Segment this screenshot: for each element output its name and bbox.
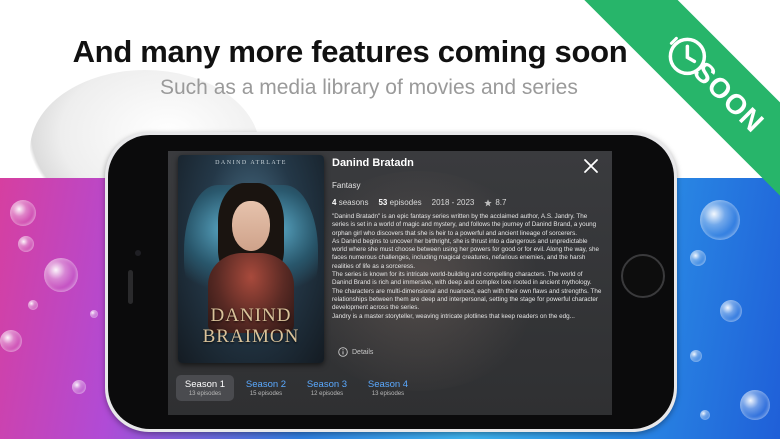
series-description: "Danind Bratadn" is an epic fantasy seri…	[332, 213, 602, 321]
tab-label: Season 3	[306, 379, 348, 390]
bubble-decoration	[720, 300, 742, 322]
series-genre: Fantasy	[332, 181, 361, 190]
phone-home-button[interactable]	[621, 254, 665, 298]
close-icon[interactable]	[582, 157, 600, 175]
bubble-decoration	[700, 410, 710, 420]
bubble-decoration	[90, 310, 98, 318]
description-paragraph: As Danind begins to uncover her birthrig…	[332, 237, 599, 270]
promo-headline: And many more features coming soon	[72, 34, 628, 69]
episodes-count: 53	[378, 198, 388, 207]
phone-camera	[135, 250, 141, 256]
episodes-label: episodes	[389, 198, 422, 207]
info-icon	[338, 347, 348, 357]
poster-title: DANIND BRAIMON	[178, 305, 324, 347]
rating-value: 8.7	[495, 198, 507, 207]
seasons-count-group: 4 seasons	[332, 198, 368, 207]
bubble-decoration	[0, 330, 22, 352]
description-paragraph: Jandry is a master storyteller, weaving …	[332, 312, 575, 320]
bubble-decoration	[28, 300, 38, 310]
details-label: Details	[352, 348, 374, 356]
tab-season-4[interactable]: Season 4 13 episodes	[359, 375, 417, 401]
episodes-count-group: 53 episodes	[378, 198, 421, 207]
series-rating: 8.7	[484, 198, 506, 207]
bubble-decoration	[18, 236, 34, 252]
tab-episodes: 13 episodes	[188, 391, 222, 397]
phone-speaker	[128, 270, 133, 304]
clock-icon	[668, 36, 707, 76]
bubble-decoration	[690, 250, 706, 266]
poster-title-line: BRAIMON	[202, 326, 300, 347]
promo-subheadline: Such as a media library of movies and se…	[160, 76, 578, 99]
tab-season-3[interactable]: Season 3 12 episodes	[298, 375, 356, 401]
bubble-decoration	[700, 200, 740, 240]
poster-art	[232, 201, 270, 251]
seasons-label: seasons	[338, 198, 369, 207]
seasons-count: 4	[332, 198, 337, 207]
tab-label: Season 2	[245, 379, 287, 390]
bubble-decoration	[10, 200, 36, 226]
poster-top-text: DANIND ATRLATE	[215, 160, 287, 166]
tab-season-2[interactable]: Season 2 15 episodes	[237, 375, 295, 401]
tab-episodes: 12 episodes	[310, 391, 344, 397]
tab-episodes: 13 episodes	[371, 391, 405, 397]
series-detail-screen: DANIND ATRLATE DANIND BRAIMON Danind Bra…	[168, 151, 612, 415]
bubble-decoration	[690, 350, 702, 362]
details-button[interactable]: Details	[338, 347, 373, 357]
poster-title-line: DANIND	[210, 305, 292, 326]
season-tabs: Season 1 13 episodes Season 2 15 episode…	[176, 375, 417, 401]
star-icon	[484, 198, 493, 206]
tab-episodes: 15 episodes	[249, 391, 283, 397]
description-paragraph: The series is known for its intricate wo…	[332, 271, 602, 312]
bubble-decoration	[44, 258, 78, 292]
bubble-decoration	[72, 380, 86, 394]
tab-season-1[interactable]: Season 1 13 episodes	[176, 375, 234, 401]
series-title: Danind Bratadn	[332, 157, 414, 169]
tab-label: Season 1	[184, 379, 226, 390]
series-meta: 4 seasons 53 episodes 2018 - 2023 8.7	[332, 198, 506, 207]
series-poster: DANIND ATRLATE DANIND BRAIMON	[178, 155, 324, 363]
tab-label: Season 4	[367, 379, 409, 390]
series-years: 2018 - 2023	[431, 198, 475, 207]
bubble-decoration	[740, 390, 770, 420]
description-paragraph: "Danind Bratadn" is an epic fantasy seri…	[332, 213, 597, 237]
